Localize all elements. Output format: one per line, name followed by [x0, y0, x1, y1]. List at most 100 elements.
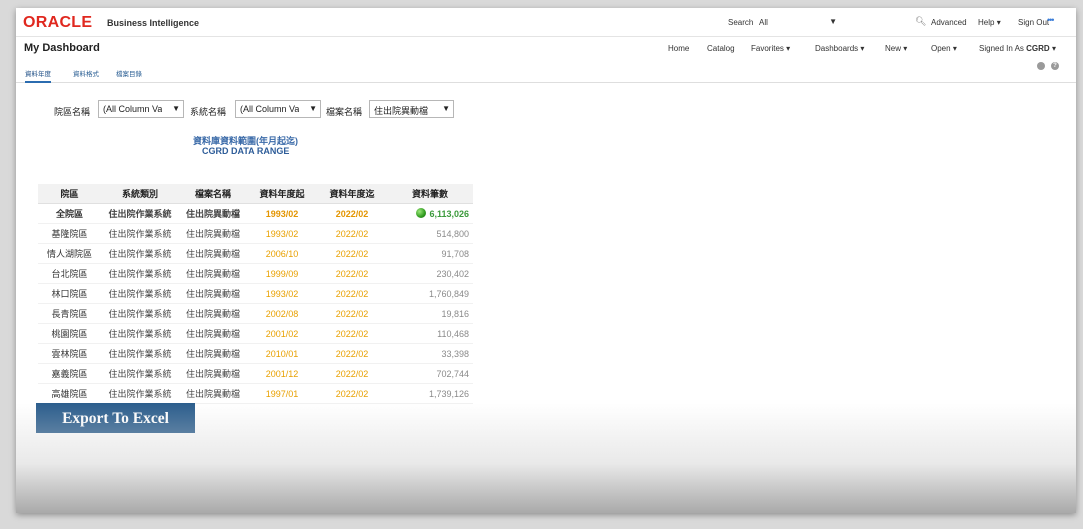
- cell-count: 702,744: [387, 363, 473, 384]
- signed-in-as[interactable]: Signed In As CGRD ▾: [979, 44, 1056, 53]
- prompt-file-select[interactable]: 住出院異動檔 ▼: [369, 100, 454, 118]
- gear-icon[interactable]: [1037, 62, 1045, 70]
- search-scope-select[interactable]: All ▼: [757, 15, 837, 29]
- cell-file: 住出院異動檔: [179, 323, 247, 344]
- prompt-campus-label: 院區名稱: [54, 107, 91, 117]
- cell-file: 住出院異動檔: [179, 303, 247, 324]
- search-scope-value: All: [759, 18, 768, 27]
- advanced-link[interactable]: Advanced: [931, 18, 967, 27]
- cell-file: 住出院異動檔: [179, 263, 247, 284]
- table-total-row: 全院區 住出院作業系統 住出院異動檔 1993/02 2022/02 6,113…: [38, 203, 473, 224]
- export-to-excel-button[interactable]: Export To Excel: [36, 403, 195, 433]
- chevron-down-icon: ▾: [860, 44, 865, 53]
- cell-file: 住出院異動檔: [179, 383, 247, 404]
- cell-count: 33,398: [387, 343, 473, 364]
- cell-campus: 長青院區: [38, 303, 101, 324]
- cell-end: 2022/02: [317, 383, 387, 404]
- cell-campus: 桃園院區: [38, 323, 101, 344]
- cell-file: 住出院異動檔: [179, 283, 247, 304]
- prompt-system-select[interactable]: (All Column Va ▼: [235, 100, 321, 118]
- cell-file: 住出院異動檔: [179, 243, 247, 264]
- cell-start: 1999/09: [247, 263, 317, 284]
- cell-start: 2001/12: [247, 363, 317, 384]
- nav-favorites[interactable]: Favorites ▾: [751, 44, 790, 53]
- help-menu-label: Help: [978, 18, 995, 27]
- tab-file-directory[interactable]: 檔案目錄: [116, 68, 142, 78]
- cell-campus: 台北院區: [38, 263, 101, 284]
- nav-open[interactable]: Open ▾: [931, 44, 957, 53]
- global-header: ORACLE Business Intelligence Search All …: [16, 8, 1076, 37]
- chevron-down-icon: ▾: [996, 18, 1001, 27]
- table-header-row: 院區 系統類別 檔案名稱 資料年度起 資料年度迄 資料筆數: [38, 184, 473, 204]
- more-icon[interactable]: •••: [1047, 15, 1055, 25]
- cell-system: 住出院作業系統: [101, 223, 179, 244]
- cell-count: 1,739,126: [387, 383, 473, 404]
- search-label: Search: [728, 18, 754, 27]
- product-name: Business Intelligence: [107, 18, 200, 28]
- nav-catalog[interactable]: Catalog: [707, 44, 735, 53]
- nav-new-label: New: [885, 44, 902, 53]
- table-row: 情人湖院區 住出院作業系統 住出院異動檔 2006/10 2022/02 91,708: [38, 243, 473, 264]
- table-row: 林口院區 住出院作業系統 住出院異動檔 1993/02 2022/02 1,760,849: [38, 283, 473, 304]
- cell-count: 514,800: [387, 223, 473, 244]
- cell-start: 1993/02: [247, 223, 317, 244]
- chevron-down-icon: ▼: [442, 104, 450, 113]
- cell-end: 2022/02: [317, 263, 387, 284]
- prompt-campus-value: (All Column Va: [103, 104, 163, 114]
- tab-data-year[interactable]: 資料年度: [25, 68, 51, 83]
- dashboard-tabs: 資料年度 資料格式 檔案目錄: [16, 62, 1076, 83]
- col-header-campus[interactable]: 院區: [38, 184, 101, 204]
- tab-data-format[interactable]: 資料格式: [73, 68, 99, 78]
- prompt-campus-select[interactable]: (All Column Va ▼: [98, 100, 184, 118]
- sign-out-link[interactable]: Sign Out: [1018, 18, 1049, 27]
- prompt-file-value: 住出院異動檔: [374, 106, 429, 116]
- data-range-table: 院區 系統類別 檔案名稱 資料年度起 資料年度迄 資料筆數 全院區 住出院作業系…: [38, 184, 473, 404]
- nav-dashboards-label: Dashboards: [815, 44, 859, 53]
- cell-campus: 全院區: [38, 203, 101, 224]
- cell-campus: 高雄院區: [38, 383, 101, 404]
- cell-file: 住出院異動檔: [179, 223, 247, 244]
- cell-campus: 基隆院區: [38, 223, 101, 244]
- table-row: 嘉義院區 住出院作業系統 住出院異動檔 2001/12 2022/02 702,744: [38, 363, 473, 384]
- oracle-logo[interactable]: ORACLE: [23, 14, 92, 32]
- cell-count: 6,113,026: [387, 203, 473, 224]
- chevron-down-icon: ▼: [829, 17, 837, 26]
- cell-end: 2022/02: [317, 303, 387, 324]
- nav-home[interactable]: Home: [668, 44, 689, 53]
- cell-campus: 雲林院區: [38, 343, 101, 364]
- cell-file: 住出院異動檔: [179, 343, 247, 364]
- table-row: 基隆院區 住出院作業系統 住出院異動檔 1993/02 2022/02 514,800: [38, 223, 473, 244]
- help-menu[interactable]: Help ▾: [978, 18, 1001, 27]
- help-icon[interactable]: ?: [1051, 62, 1059, 70]
- cell-file: 住出院異動檔: [179, 363, 247, 384]
- cell-start: 1997/01: [247, 383, 317, 404]
- signed-in-label: Signed In As: [979, 44, 1024, 53]
- user-name: CGRD: [1026, 44, 1050, 53]
- dashboard-header: My Dashboard Home Catalog Favorites ▾ Da…: [16, 37, 1076, 59]
- table-row: 高雄院區 住出院作業系統 住出院異動檔 1997/01 2022/02 1,739,126: [38, 383, 473, 404]
- prompt-system-value: (All Column Va: [240, 104, 300, 114]
- nav-new[interactable]: New ▾: [885, 44, 907, 53]
- cell-end: 2022/02: [317, 343, 387, 364]
- cell-system: 住出院作業系統: [101, 383, 179, 404]
- nav-dashboards[interactable]: Dashboards ▾: [815, 44, 864, 53]
- col-header-end[interactable]: 資料年度迄: [317, 184, 387, 204]
- cell-system: 住出院作業系統: [101, 323, 179, 344]
- col-header-file[interactable]: 檔案名稱: [179, 184, 247, 204]
- col-header-start[interactable]: 資料年度起: [247, 184, 317, 204]
- cell-start: 1993/02: [247, 283, 317, 304]
- chevron-down-icon: ▼: [172, 104, 180, 113]
- cell-start: 2002/08: [247, 303, 317, 324]
- col-header-count[interactable]: 資料筆數: [387, 184, 473, 204]
- col-header-system[interactable]: 系統類別: [101, 184, 179, 204]
- search-icon[interactable]: 🔍︎: [915, 16, 926, 27]
- chevron-down-icon: ▾: [1051, 44, 1056, 53]
- cell-system: 住出院作業系統: [101, 243, 179, 264]
- nav-open-label: Open: [931, 44, 951, 53]
- cell-start: 2010/01: [247, 343, 317, 364]
- cell-end: 2022/02: [317, 283, 387, 304]
- table-row: 台北院區 住出院作業系統 住出院異動檔 1999/09 2022/02 230,402: [38, 263, 473, 284]
- cell-campus: 林口院區: [38, 283, 101, 304]
- cell-count: 110,468: [387, 323, 473, 344]
- cell-file: 住出院異動檔: [179, 203, 247, 224]
